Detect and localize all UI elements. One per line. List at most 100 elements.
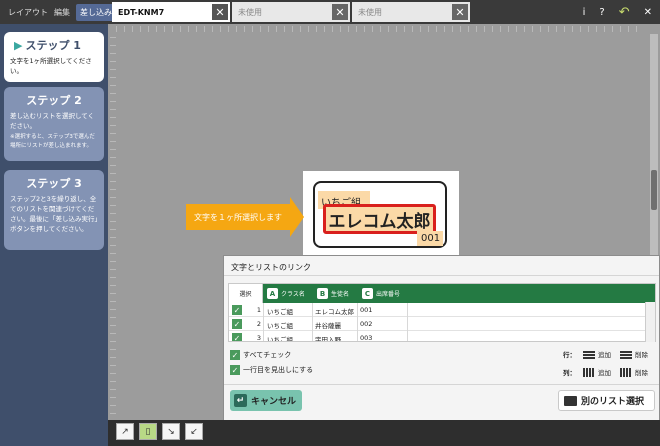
- divider: [224, 384, 659, 385]
- divider: [224, 275, 659, 276]
- column-a-label: クラス名: [281, 291, 305, 298]
- return-icon: ↵: [234, 394, 247, 407]
- tab-document-3[interactable]: 未使用 ✕: [352, 2, 470, 22]
- help-icon[interactable]: ?: [599, 7, 604, 18]
- row-checkbox[interactable]: ✓: [232, 319, 242, 329]
- fit-view-icon[interactable]: ↘: [162, 423, 180, 440]
- mode-switcher: レイアウト 編集 差し込み: [0, 0, 116, 24]
- cell-student: エレコム太郎: [315, 308, 354, 316]
- column-a-badge: A: [267, 288, 278, 299]
- tab-label: EDT-KNM7: [118, 7, 165, 17]
- top-bar: レイアウト 編集 差し込み EDT-KNM7 ✕ 未使用 ✕ 未使用 ✕ i ?…: [0, 0, 660, 24]
- first-row-header-option[interactable]: ✓ 一行目を見出しにする: [230, 365, 313, 375]
- tab-label: 未使用: [358, 7, 382, 17]
- add-row-icon[interactable]: [583, 349, 595, 359]
- step-1-title: ▶ ステップ 1: [14, 39, 81, 52]
- grid-line: [407, 303, 408, 341]
- cell-student: 宇田入野: [315, 336, 341, 342]
- first-row-header-label: 一行目を見出しにする: [243, 366, 314, 374]
- vertical-ruler: [110, 34, 116, 414]
- column-b-badge: B: [317, 288, 328, 299]
- grid-header: 選択 A クラス名 B 生徒名 C 出席番号: [229, 284, 655, 303]
- delete-row-button[interactable]: 削除: [635, 349, 648, 359]
- check-all-option[interactable]: ✓ すべてチェック: [230, 350, 291, 360]
- close-icon[interactable]: ✕: [332, 4, 348, 20]
- grid-scrollbar[interactable]: [645, 302, 655, 342]
- cell-number: 002: [360, 320, 373, 328]
- step-3-title: ステップ 3: [26, 177, 82, 190]
- step-1-card: ▶ ステップ 1 文字を1ヶ所選択してください。: [4, 32, 104, 82]
- grid-line: [357, 303, 358, 341]
- step-2-text: 差し込むリストを選択してください。: [10, 112, 95, 130]
- cell-number: 003: [360, 334, 373, 342]
- scrollbar-thumb[interactable]: [651, 170, 657, 210]
- delete-column-button[interactable]: 削除: [635, 367, 648, 377]
- column-b-label: 生徒名: [331, 291, 350, 298]
- cell-class: いちご組: [267, 308, 293, 316]
- column-c-label: 出席番号: [376, 291, 401, 298]
- row-number: 1: [256, 306, 261, 314]
- horizontal-ruler: [116, 26, 644, 32]
- column-header-b[interactable]: B 生徒名: [317, 284, 349, 303]
- step-2-card: ステップ 2 差し込むリストを選択してください。 ※選択すると、ステップ3で選ん…: [4, 87, 104, 161]
- column-controls-label: 列：: [563, 369, 576, 377]
- close-icon[interactable]: ✕: [212, 4, 228, 20]
- table-row[interactable]: ✓ 1 いちご組 エレコム太郎 001: [229, 303, 655, 317]
- row-number: 3: [256, 334, 261, 342]
- select-other-list-button[interactable]: 別のリスト選択: [558, 390, 655, 411]
- page-view-icon[interactable]: ▯: [139, 423, 157, 440]
- column-header-a[interactable]: A クラス名: [267, 284, 305, 303]
- label-number-text[interactable]: 001: [421, 233, 440, 244]
- folder-icon: [564, 395, 577, 406]
- tab-document-1[interactable]: EDT-KNM7 ✕: [112, 2, 230, 22]
- row-number: 2: [256, 320, 261, 328]
- info-icon[interactable]: i: [583, 7, 586, 18]
- column-controls: 列： 追加 削除: [563, 367, 648, 377]
- first-row-header-checkbox[interactable]: ✓: [230, 365, 240, 375]
- add-column-button[interactable]: 追加: [598, 367, 611, 377]
- add-row-button[interactable]: 追加: [598, 349, 611, 359]
- label-name-text[interactable]: エレコム太郎: [323, 204, 436, 234]
- hint-callout: 文字を１ヶ所選択します: [186, 204, 290, 230]
- grid-line: [312, 303, 313, 341]
- step-3-card: ステップ 3 ステップ2と3を繰り返し、全てのリストを関連づけてください。最後に…: [4, 170, 104, 250]
- undo-icon[interactable]: ↶: [619, 5, 630, 20]
- table-row[interactable]: ✓ 2 いちご組 井谷薩麗 002: [229, 317, 655, 331]
- play-icon: ▶: [14, 39, 23, 52]
- column-c-badge: C: [362, 288, 373, 299]
- step-3-text: ステップ2と3を繰り返し、全てのリストを関連づけてください。最後に「差し込み実行…: [10, 195, 98, 233]
- check-all-checkbox[interactable]: ✓: [230, 350, 240, 360]
- mode-layout[interactable]: レイアウト: [8, 7, 48, 18]
- row-checkbox[interactable]: ✓: [232, 333, 242, 341]
- cell-class: いちご組: [267, 322, 293, 330]
- row-checkbox[interactable]: ✓: [232, 305, 242, 315]
- rotate-view-icon[interactable]: ↗: [116, 423, 134, 440]
- top-icons: i ? ↶ ✕: [583, 0, 652, 24]
- cancel-button[interactable]: ↵ キャンセル: [230, 390, 302, 411]
- row-controls: 行： 追加 削除: [563, 349, 648, 359]
- close-icon[interactable]: ✕: [452, 4, 468, 20]
- delete-row-icon[interactable]: [620, 349, 632, 359]
- cell-student: 井谷薩麗: [315, 322, 341, 330]
- step-1-text: 文字を1ヶ所選択してください。: [10, 57, 92, 75]
- add-column-icon[interactable]: [583, 367, 595, 377]
- select-column-header: 選択: [229, 284, 263, 303]
- close-app-icon[interactable]: ✕: [644, 7, 652, 18]
- tab-document-2[interactable]: 未使用 ✕: [232, 2, 350, 22]
- step-2-note: ※選択すると、ステップ3で選んだ場所にリストが差し込まれます。: [10, 134, 95, 149]
- grid-line: [263, 303, 264, 341]
- list-grid: 選択 A クラス名 B 生徒名 C 出席番号 ✓ 1 いちご組 エレコム太郎 001 …: [228, 283, 656, 342]
- cancel-label: キャンセル: [251, 397, 297, 407]
- step-2-title: ステップ 2: [26, 94, 82, 107]
- hint-arrow-icon: [290, 197, 304, 237]
- cell-class: いちご組: [267, 336, 293, 342]
- select-other-list-label: 別のリスト選択: [581, 397, 645, 407]
- column-header-c[interactable]: C 出席番号: [362, 284, 400, 303]
- table-row[interactable]: ✓ 3 いちご組 宇田入野 003: [229, 331, 655, 342]
- mode-merge[interactable]: 差し込み: [76, 3, 116, 21]
- panel-title: 文字とリストのリンク: [231, 263, 311, 272]
- tab-label: 未使用: [238, 7, 262, 17]
- mode-edit[interactable]: 編集: [54, 7, 70, 18]
- delete-column-icon[interactable]: [620, 367, 632, 377]
- flip-view-icon[interactable]: ↙: [185, 423, 203, 440]
